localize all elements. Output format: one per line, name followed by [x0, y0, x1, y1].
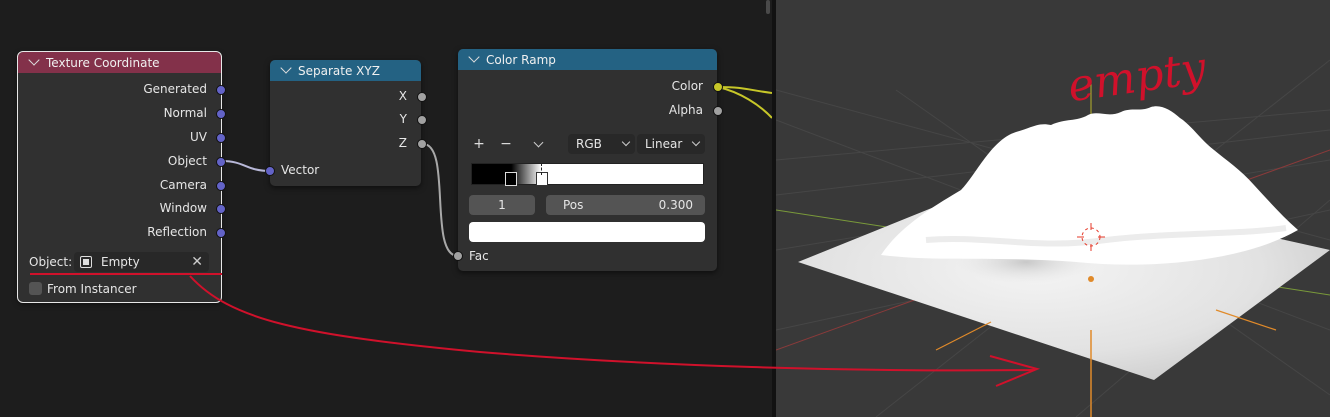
output-z: Z — [398, 136, 407, 150]
socket-object[interactable] — [216, 157, 226, 167]
pos-field[interactable]: Pos 0.300 — [546, 195, 705, 215]
socket-normal[interactable] — [216, 109, 226, 119]
collapse-chevron-icon[interactable] — [280, 62, 292, 74]
socket-z[interactable] — [417, 139, 427, 149]
output-normal: Normal — [163, 106, 207, 120]
object-field-value: Empty — [101, 255, 140, 269]
remove-stop-button[interactable]: − — [496, 134, 516, 154]
node-title: Separate XYZ — [298, 63, 380, 78]
object-label: Object: — [29, 255, 73, 269]
socket-y[interactable] — [417, 115, 427, 125]
empty-object-icon — [80, 256, 92, 268]
clear-icon[interactable]: ✕ — [191, 252, 203, 272]
color-ramp-header[interactable]: Color Ramp — [458, 49, 717, 70]
socket-vector-in[interactable] — [265, 166, 275, 176]
stop-color-swatch[interactable] — [469, 222, 705, 242]
socket-alpha-out[interactable] — [713, 106, 723, 116]
link-object-to-vector — [221, 160, 271, 172]
add-stop-button[interactable]: + — [469, 134, 489, 154]
from-instancer-label: From Instancer — [47, 282, 137, 296]
output-alpha: Alpha — [668, 103, 703, 117]
pos-value: 0.300 — [658, 198, 693, 212]
stop-index-value: 1 — [498, 198, 506, 212]
from-instancer-checkbox[interactable] — [29, 282, 42, 295]
output-y: Y — [399, 112, 407, 126]
output-generated: Generated — [143, 82, 207, 96]
node-title: Color Ramp — [486, 52, 556, 67]
separate-xyz-header[interactable]: Separate XYZ — [270, 60, 421, 81]
stop-handle-active[interactable] — [536, 172, 548, 186]
dropdown-arrow-icon — [691, 137, 701, 147]
output-reflection: Reflection — [147, 225, 207, 239]
interpolation-value: Linear — [645, 137, 683, 151]
ramp-menu-chevron-icon[interactable] — [533, 137, 544, 148]
input-vector: Vector — [281, 163, 320, 177]
socket-uv[interactable] — [216, 133, 226, 143]
origin-dot — [1088, 276, 1094, 282]
input-fac: Fac — [469, 249, 489, 263]
viewport-scene: empty — [776, 42, 1330, 417]
output-color: Color — [671, 79, 703, 93]
stop-handle-black[interactable] — [505, 172, 517, 186]
pos-label: Pos — [563, 198, 584, 212]
socket-window[interactable] — [216, 204, 226, 214]
socket-camera[interactable] — [216, 181, 226, 191]
output-camera: Camera — [159, 178, 207, 192]
collapse-chevron-icon[interactable] — [468, 51, 480, 63]
node-editor[interactable]: Texture Coordinate Generated Normal UV O… — [0, 0, 772, 417]
output-uv: UV — [190, 130, 207, 144]
socket-generated[interactable] — [216, 85, 226, 95]
output-window: Window — [159, 201, 207, 215]
color-mode-value: RGB — [576, 137, 602, 151]
texture-coordinate-node[interactable]: Texture Coordinate Generated Normal UV O… — [17, 51, 222, 303]
color-mode-select[interactable]: RGB — [568, 134, 635, 154]
dropdown-arrow-icon — [621, 137, 631, 147]
output-x: X — [398, 89, 407, 103]
socket-fac-in[interactable] — [453, 251, 463, 261]
output-object: Object — [167, 154, 207, 168]
separate-xyz-node[interactable]: Separate XYZ X Y Z Vector — [270, 60, 421, 186]
interpolation-select[interactable]: Linear — [637, 134, 705, 154]
link-z-to-fac — [422, 143, 459, 257]
texture-coordinate-header[interactable]: Texture Coordinate — [18, 52, 221, 73]
node-title: Texture Coordinate — [46, 55, 160, 70]
empty-annotation: empty — [1065, 42, 1210, 112]
socket-x[interactable] — [417, 92, 427, 102]
collapse-chevron-icon[interactable] — [28, 54, 40, 66]
stop-index-field[interactable]: 1 — [469, 195, 535, 215]
socket-reflection[interactable] — [216, 228, 226, 238]
socket-color-out[interactable] — [713, 82, 723, 92]
active-stop-indicator — [541, 163, 542, 175]
object-field[interactable]: Empty ✕ — [74, 252, 209, 272]
color-ramp-node[interactable]: Color Ramp Color Alpha + − RGB Linear 1 … — [458, 49, 717, 271]
3d-viewport[interactable]: empty — [776, 0, 1330, 417]
